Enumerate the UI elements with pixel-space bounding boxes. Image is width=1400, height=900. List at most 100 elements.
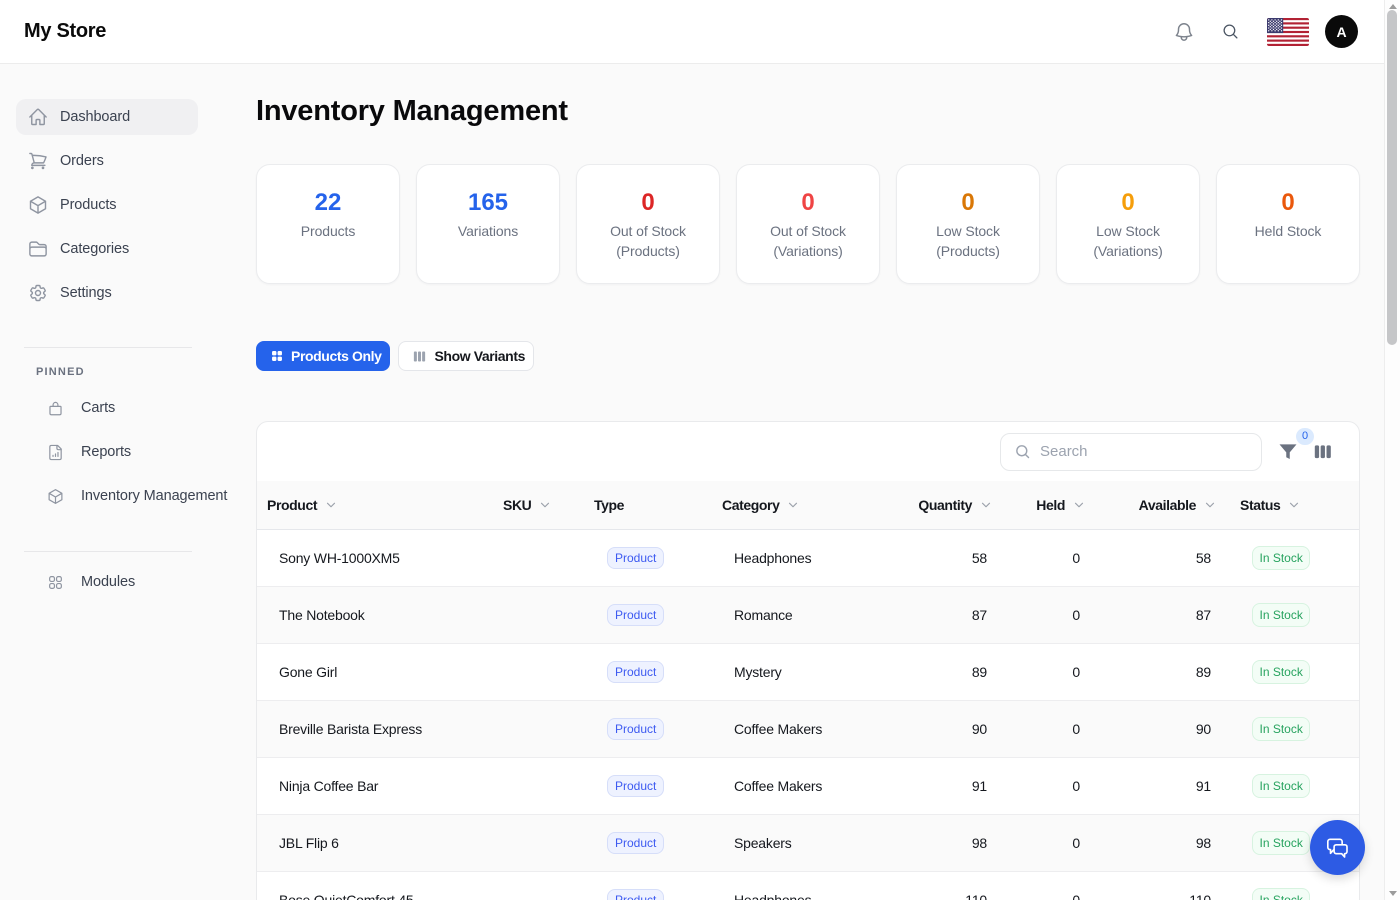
stat-value: 0 <box>961 189 974 217</box>
cell-category: Headphones <box>712 550 909 566</box>
stat-value: 22 <box>315 189 342 217</box>
cell-type: Product <box>584 889 712 900</box>
cell-product: Breville Barista Express <box>257 721 493 737</box>
search-icon <box>1222 23 1239 40</box>
gear-icon <box>28 283 48 303</box>
cell-held: 0 <box>1001 892 1094 900</box>
table-row[interactable]: Sony WH-1000XM5ProductHeadphones58058In … <box>257 530 1359 587</box>
cell-held: 0 <box>1001 778 1094 794</box>
topbar-actions: A <box>1173 15 1358 48</box>
chat-icon <box>1322 832 1353 863</box>
sidebar-item-dashboard[interactable]: Dashboard <box>16 99 198 135</box>
stat-value: 0 <box>1121 189 1134 217</box>
cell-available: 98 <box>1094 835 1225 851</box>
scrollbar-up-arrow[interactable] <box>1389 4 1397 9</box>
search-icon <box>1014 443 1031 460</box>
status-badge: In Stock <box>1252 831 1310 855</box>
chevron-down-icon <box>1287 498 1301 512</box>
chat-fab-button[interactable] <box>1310 820 1365 875</box>
cell-quantity: 87 <box>909 607 1001 623</box>
cell-available: 58 <box>1094 550 1225 566</box>
table-row[interactable]: The NotebookProductRomance87087In Stock <box>257 587 1359 644</box>
cell-product: Bose QuietComfort 45 <box>257 892 493 900</box>
notifications-button[interactable] <box>1173 21 1195 43</box>
filter-button[interactable] <box>1278 442 1298 462</box>
sidebar-nav: Dashboard Orders Products Categories Setting… <box>16 99 240 311</box>
stat-value: 0 <box>801 189 814 217</box>
table-row[interactable]: Gone GirlProductMystery89089In Stock <box>257 644 1359 701</box>
sidebar-item-settings[interactable]: Settings <box>16 275 198 311</box>
column-header-product[interactable]: Product <box>257 497 493 513</box>
column-header-sku[interactable]: SKU <box>493 497 584 513</box>
sidebar-item-label: Products <box>60 197 116 213</box>
sidebar-item-label: Modules <box>81 574 135 590</box>
sidebar-item-modules[interactable]: Modules <box>16 564 240 600</box>
stat-label: Variations <box>426 221 550 241</box>
column-header-status[interactable]: Status <box>1225 497 1360 513</box>
type-badge: Product <box>607 889 664 900</box>
sidebar-divider-2 <box>24 551 192 552</box>
cell-category: Coffee Makers <box>712 778 909 794</box>
sidebar-item-label: Categories <box>60 241 129 257</box>
column-header-category[interactable]: Category <box>712 497 909 513</box>
table-row[interactable]: Bose QuietComfort 45ProductHeadphones110… <box>257 872 1359 900</box>
cell-available: 110 <box>1094 892 1225 900</box>
toggle-show-variants[interactable]: Show Variants <box>398 341 534 371</box>
type-badge: Product <box>607 547 664 569</box>
cell-product: Sony WH-1000XM5 <box>257 550 493 566</box>
column-header-available[interactable]: Available <box>1094 497 1225 513</box>
table-header-row: ProductSKUTypeCategoryQuantityHeldAvaila… <box>257 481 1359 530</box>
chevron-down-icon <box>1203 498 1217 512</box>
chevron-down-icon <box>786 498 800 512</box>
main-content: Inventory Management 22Products165Variat… <box>256 64 1360 900</box>
cell-quantity: 89 <box>909 664 1001 680</box>
column-header-held[interactable]: Held <box>1001 497 1094 513</box>
table-body: Sony WH-1000XM5ProductHeadphones58058In … <box>257 530 1359 900</box>
sidebar-item-label: Inventory Management <box>81 488 227 504</box>
stat-label: Products <box>266 221 390 241</box>
sidebar-item-products[interactable]: Products <box>16 187 198 223</box>
column-label: Product <box>267 497 317 513</box>
column-label: Status <box>1240 497 1280 513</box>
scrollbar-thumb[interactable] <box>1387 10 1397 345</box>
cell-quantity: 58 <box>909 550 1001 566</box>
status-badge: In Stock <box>1252 660 1310 684</box>
cell-quantity: 110 <box>909 892 1001 900</box>
column-header-quantity[interactable]: Quantity <box>909 497 1001 513</box>
stat-value: 0 <box>641 189 654 217</box>
sidebar-item-orders[interactable]: Orders <box>16 143 198 179</box>
cell-status: In Stock <box>1225 546 1360 570</box>
cell-available: 87 <box>1094 607 1225 623</box>
toggle-label: Show Variants <box>434 348 525 364</box>
global-search-button[interactable] <box>1222 23 1239 40</box>
avatar[interactable]: A <box>1325 15 1358 48</box>
sidebar: Dashboard Orders Products Categories Setting… <box>0 64 256 608</box>
table-row[interactable]: Ninja Coffee BarProductCoffee Makers9109… <box>257 758 1359 815</box>
funnel-icon <box>1278 442 1298 462</box>
cell-quantity: 98 <box>909 835 1001 851</box>
page-scrollbar[interactable] <box>1384 0 1400 900</box>
stat-card-held-stock: 0Held Stock <box>1216 164 1360 284</box>
language-selector[interactable] <box>1267 18 1309 46</box>
sidebar-item-inventory-management[interactable]: Inventory Management <box>16 478 240 514</box>
table-row[interactable]: Breville Barista ExpressProductCoffee Ma… <box>257 701 1359 758</box>
box-icon <box>28 195 48 215</box>
sidebar-item-carts[interactable]: Carts <box>16 390 240 426</box>
cell-status: In Stock <box>1225 774 1360 798</box>
cell-type: Product <box>584 775 712 797</box>
chevron-down-icon <box>1072 498 1086 512</box>
toggle-products-only[interactable]: Products Only <box>256 341 390 371</box>
sidebar-item-reports[interactable]: Reports <box>16 434 240 470</box>
scrollbar-down-arrow[interactable] <box>1389 891 1397 896</box>
stat-card-out-of-stock-variations-: 0Out of Stock (Variations) <box>736 164 880 284</box>
sidebar-item-categories[interactable]: Categories <box>16 231 198 267</box>
search-input[interactable] <box>1040 443 1240 460</box>
status-badge: In Stock <box>1252 546 1310 570</box>
cell-category: Romance <box>712 607 909 623</box>
table-row[interactable]: JBL Flip 6ProductSpeakers98098In Stock <box>257 815 1359 872</box>
columns-button[interactable] <box>1312 441 1333 462</box>
bell-icon <box>1173 21 1195 43</box>
bag-icon <box>47 400 64 417</box>
page-title: Inventory Management <box>256 93 568 129</box>
sidebar-pinned-nav: Carts Reports Inventory Management <box>16 390 240 514</box>
